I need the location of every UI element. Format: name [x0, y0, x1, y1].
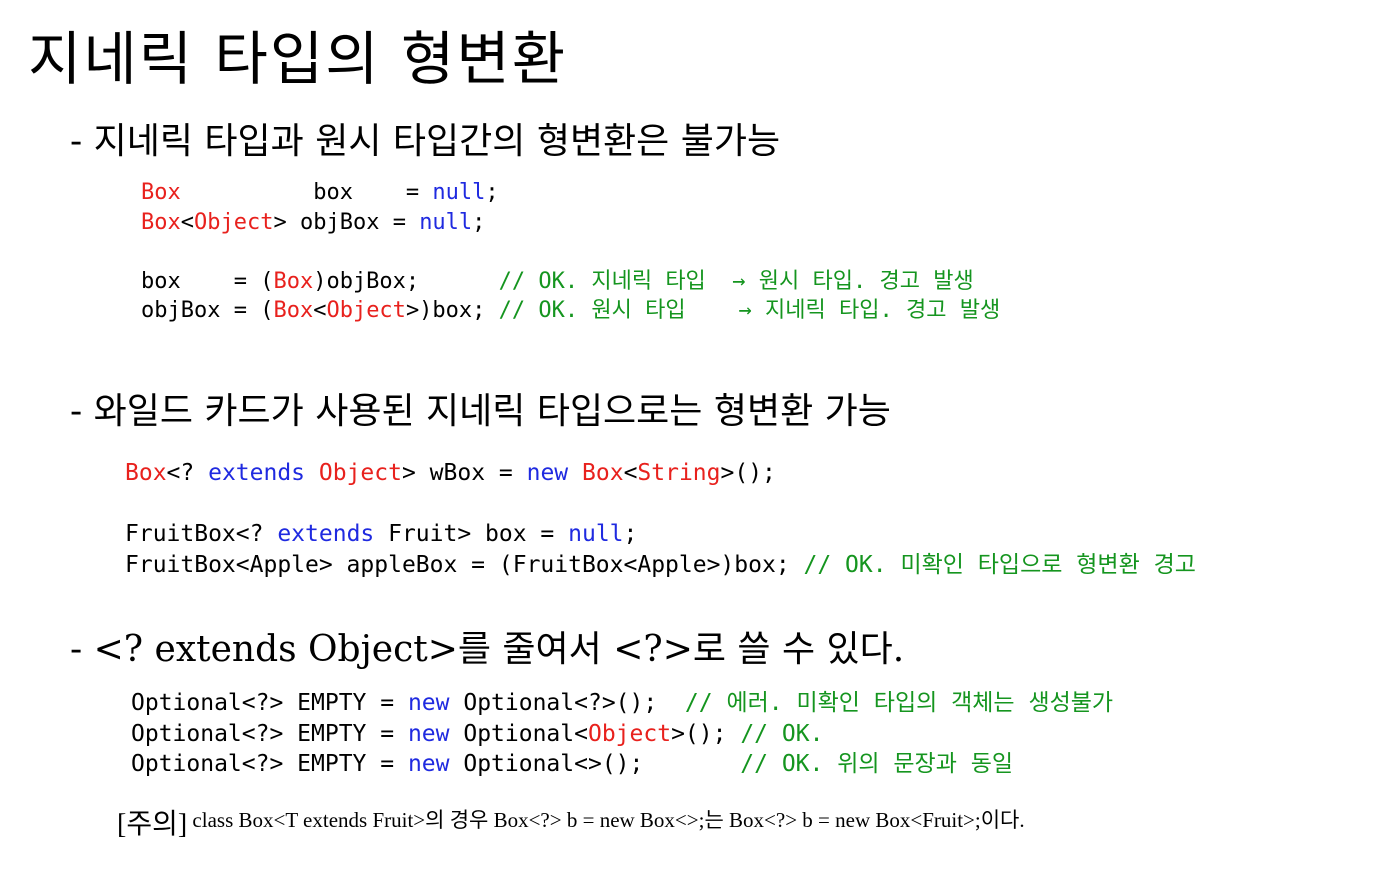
code-token: objBox = (: [141, 298, 274, 323]
code-line: Optional<?> EMPTY = new Optional<Object>…: [131, 719, 1113, 750]
code-token: Optional<>();: [449, 751, 741, 777]
code-line: FruitBox<? extends Fruit> box = null;: [125, 519, 1196, 550]
code-token: // OK. 지네릭 타입 → 원시 타입. 경고 발생: [498, 268, 974, 294]
section-heading-raw-cast: - 지네릭 타입과 원시 타입간의 형변환은 불가능: [70, 121, 781, 162]
code-token: ;: [485, 180, 499, 205]
code-token: <: [180, 209, 194, 235]
code-token: null: [568, 521, 624, 547]
code-line: Box<Object> objBox = null;: [141, 208, 1000, 238]
code-token: Optional<: [449, 720, 588, 747]
code-block-wildcard-cast: Box<? extends Object> wBox = new Box<Str…: [125, 458, 1196, 580]
page-title: 지네릭 타입의 형변환: [28, 25, 568, 93]
code-token: Optional<?>();: [449, 690, 685, 716]
code-token: box = (: [141, 268, 274, 294]
code-token: > wBox =: [401, 460, 527, 486]
code-token: )objBox;: [313, 268, 499, 294]
code-token: Object: [194, 209, 274, 235]
code-token: // OK.: [740, 720, 824, 747]
code-line: Optional<?> EMPTY = new Optional<?>(); /…: [131, 688, 1113, 719]
code-token: >();: [671, 720, 741, 747]
code-token: Box: [141, 209, 181, 235]
code-token: Object: [587, 720, 672, 747]
code-token: new: [407, 751, 450, 777]
code-token: box =: [180, 180, 433, 205]
code-token: Box: [125, 460, 167, 486]
code-block-wildcard-shorthand: Optional<?> EMPTY = new Optional<?>(); /…: [131, 688, 1113, 780]
code-token: Box: [141, 180, 181, 205]
code-line: FruitBox<Apple> appleBox = (FruitBox<App…: [125, 550, 1196, 581]
code-token: Object: [318, 460, 402, 486]
code-token: String: [637, 460, 721, 486]
code-line: [125, 489, 1196, 520]
code-token: new: [526, 460, 569, 486]
code-line: Optional<?> EMPTY = new Optional<>(); //…: [131, 749, 1113, 780]
code-line: objBox = (Box<Object>)box; // OK. 원시 타입 …: [141, 296, 1000, 326]
code-token: // OK. 원시 타입 → 지네릭 타입. 경고 발생: [498, 298, 1001, 323]
code-token: Optional<?> EMPTY =: [131, 690, 408, 716]
code-token: Object: [326, 298, 406, 323]
code-token: <: [623, 460, 638, 486]
code-line: Box box = null;: [141, 178, 1000, 208]
code-token: Fruit> box =: [374, 521, 569, 547]
code-line: box = (Box)objBox; // OK. 지네릭 타입 → 원시 타입…: [141, 267, 1000, 297]
code-token: extends: [208, 460, 306, 486]
code-token: Optional<?> EMPTY =: [131, 720, 408, 747]
code-token: Optional<?> EMPTY =: [131, 751, 408, 777]
code-token: null: [419, 209, 473, 235]
code-token: >();: [720, 460, 776, 486]
code-token: // OK. 미확인 타입으로 형변환 경고: [803, 551, 1196, 578]
code-token: ;: [623, 521, 638, 547]
code-token: new: [407, 690, 450, 716]
code-line: [141, 237, 1000, 267]
code-token: FruitBox<?: [125, 521, 278, 547]
code-token: new: [407, 720, 450, 747]
code-token: Box: [273, 298, 314, 323]
code-token: // OK. 위의 문장과 동일: [740, 751, 1014, 777]
code-token: Box: [273, 268, 314, 294]
code-token: // 에러. 미확인 타입의 객체는 생성불가: [684, 690, 1114, 716]
code-token: null: [432, 180, 486, 205]
code-token: <?: [166, 460, 209, 486]
code-token: <: [313, 298, 327, 323]
code-block-raw-cast: Box box = null; Box<Object> objBox = null…: [141, 178, 1000, 326]
code-token: > objBox =: [273, 209, 420, 235]
code-token: Box: [582, 460, 624, 486]
code-token: >)box;: [405, 298, 499, 323]
caution-note: [주의] class Box<T extends Fruit>의 경우 Box<…: [117, 802, 1025, 842]
caution-label: [주의]: [117, 809, 188, 840]
code-token: extends: [277, 521, 375, 547]
caution-text: class Box<T extends Fruit>의 경우 Box<?> b …: [187, 808, 1025, 832]
code-token: FruitBox<Apple> appleBox = (FruitBox<App…: [125, 551, 804, 578]
section-heading-wildcard-shorthand: - <? extends Object>를 줄여서 <?>로 쓸 수 있다.: [70, 629, 905, 670]
code-token: ;: [472, 209, 486, 235]
code-line: Box<? extends Object> wBox = new Box<Str…: [125, 458, 1196, 489]
section-heading-wildcard-cast: - 와일드 카드가 사용된 지네릭 타입으로는 형변환 가능: [70, 391, 891, 432]
